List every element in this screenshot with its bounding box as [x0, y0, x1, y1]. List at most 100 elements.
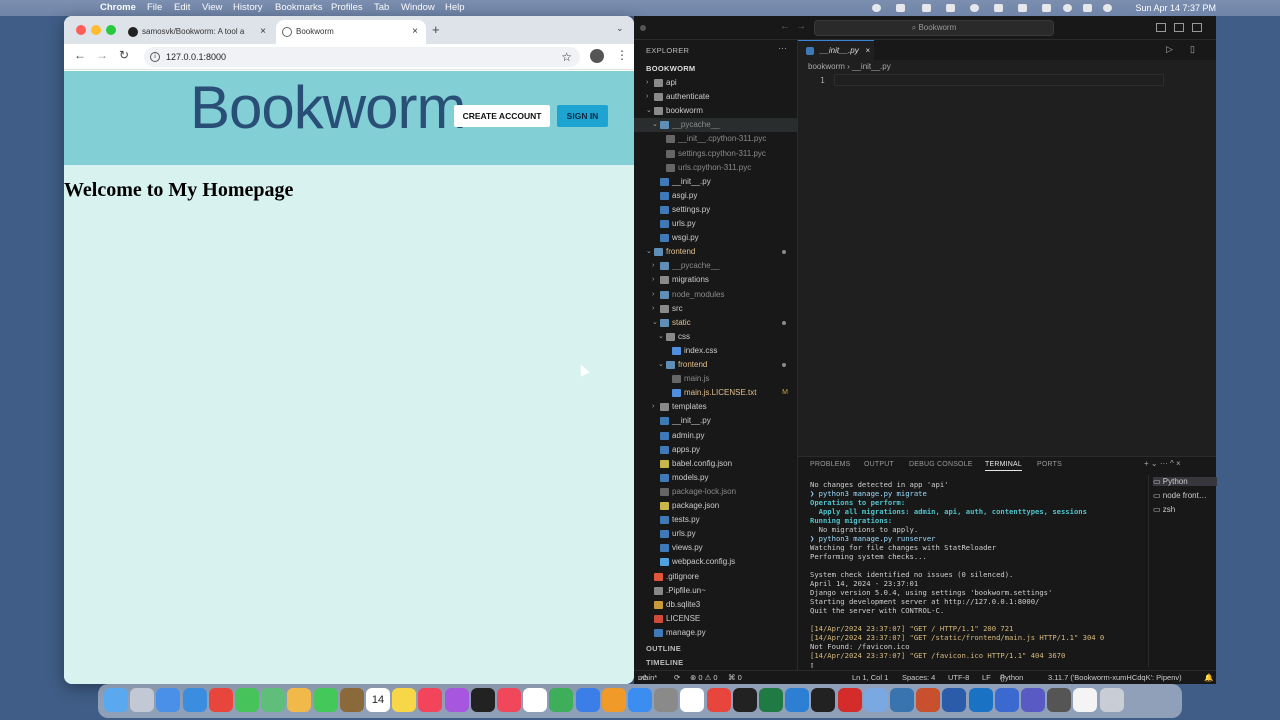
folder-tree-item[interactable]: › templates [634, 400, 798, 414]
folder-tree-item[interactable]: ⌄ __pycache__ [634, 118, 798, 133]
sign-in-button[interactable]: SIGN IN [557, 105, 608, 127]
menu-edit[interactable]: Edit [174, 0, 190, 16]
tab-output[interactable]: OUTPUT [864, 461, 894, 468]
chevron-right-icon[interactable]: › [652, 302, 654, 316]
chevron-down-icon[interactable]: ⌄ [652, 118, 658, 132]
settings-icon[interactable] [654, 688, 679, 712]
close-tab-icon[interactable]: × [412, 20, 418, 44]
pages-icon[interactable] [601, 688, 626, 712]
folder-tree-item[interactable]: ⌄ bookworm [634, 104, 798, 118]
more-actions-icon[interactable]: ··· [778, 43, 787, 53]
file-tree-item[interactable]: main.js [634, 372, 798, 386]
file-tree-item[interactable]: settings.cpython-311.pyc [634, 147, 798, 161]
terminal-instance[interactable]: ▭ Python [1153, 477, 1217, 486]
panel-actions[interactable]: + ⌄ ··· ^ × [1144, 459, 1181, 468]
file-tree-item[interactable]: apps.py [634, 443, 798, 457]
chevron-down-icon[interactable]: ⌄ [652, 316, 658, 330]
file-tree-item[interactable]: models.py [634, 471, 798, 485]
numbers-icon[interactable] [549, 688, 574, 712]
chevron-right-icon[interactable]: › [652, 400, 654, 414]
battery-icon[interactable] [1018, 4, 1027, 12]
folder-tree-item[interactable]: › migrations [634, 273, 798, 287]
file-tree-item[interactable]: asgi.py [634, 189, 798, 203]
notebook-icon[interactable] [680, 688, 705, 712]
menu-file[interactable]: File [147, 0, 162, 16]
photos-icon[interactable] [287, 688, 312, 712]
file-tree-item[interactable]: wsgi.py [634, 231, 798, 245]
forward-button[interactable]: → [96, 48, 108, 62]
chevron-down-icon[interactable]: ⌄ [658, 330, 664, 344]
terminal-output[interactable]: No changes detected in app 'api' ❯ python… [810, 480, 1150, 669]
record-status-icon[interactable] [872, 4, 881, 12]
file-tree-item[interactable]: urls.py [634, 527, 798, 541]
bookmark-star-icon[interactable]: ☆ [561, 47, 572, 67]
safari-icon[interactable] [182, 688, 207, 712]
eol-status[interactable]: LF [982, 671, 991, 684]
excel-icon[interactable] [759, 688, 783, 712]
cursor-position[interactable]: Ln 1, Col 1 [852, 671, 888, 684]
outline-section[interactable]: OUTLINE [646, 644, 681, 653]
file-tree-item[interactable]: settings.py [634, 203, 798, 217]
tab-debug-console[interactable]: DEBUG CONSOLE [909, 461, 973, 468]
chevron-right-icon[interactable]: › [652, 288, 654, 302]
chrome-menu-icon[interactable]: ⋮ [616, 48, 628, 62]
minimize-window-icon[interactable] [91, 25, 101, 35]
customize-layout-icon[interactable] [1192, 23, 1202, 32]
python-icon[interactable] [890, 688, 914, 712]
tab-problems[interactable]: PROBLEMS [810, 461, 851, 468]
folder-tree-item[interactable]: › src [634, 302, 798, 316]
file-tree-item[interactable]: manage.py [634, 626, 798, 640]
folder-tree-item[interactable]: › api [634, 76, 798, 90]
display-icon[interactable] [994, 4, 1003, 12]
tv-icon[interactable] [470, 688, 495, 712]
siri-icon[interactable] [1103, 4, 1112, 12]
file-tree-item[interactable]: .Pipfile.un~ [634, 584, 798, 598]
menu-tab[interactable]: Tab [374, 0, 389, 16]
app-menu-chrome[interactable]: Chrome [100, 0, 136, 16]
folder-tree-item[interactable]: › __pycache__ [634, 259, 798, 273]
file-tree-item[interactable]: package.json [634, 499, 798, 513]
word-icon[interactable] [942, 688, 967, 712]
notes-icon[interactable] [392, 688, 417, 712]
split-editor-icon[interactable]: ▯ [1190, 44, 1195, 55]
chrome-icon[interactable] [208, 688, 233, 712]
chevron-right-icon[interactable]: › [652, 273, 654, 287]
folder-tree-item[interactable]: ⌄ frontend [634, 245, 798, 259]
timeline-section[interactable]: TIMELINE [646, 658, 683, 667]
indentation-status[interactable]: Spaces: 4 [902, 671, 935, 684]
menu-help[interactable]: Help [445, 0, 465, 16]
file-tree-item[interactable]: LICENSE [634, 612, 798, 626]
podcasts-icon[interactable] [444, 688, 469, 712]
breadcrumb[interactable]: bookworm › __init__.py [808, 62, 891, 71]
folder-tree-item[interactable]: › authenticate [634, 90, 798, 104]
outlook-icon[interactable] [968, 688, 993, 712]
launchpad-icon[interactable] [130, 688, 155, 712]
file-tree-item[interactable]: index.css [634, 344, 798, 358]
current-line-highlight[interactable] [834, 74, 1164, 86]
ports-status[interactable]: ⌘ 0 [728, 671, 742, 684]
menu-history[interactable]: History [233, 0, 263, 16]
app-store-icon[interactable] [628, 688, 652, 712]
play-icon[interactable] [970, 4, 979, 12]
clock[interactable]: Sun Apr 14 7:37 PM [1135, 0, 1216, 16]
finder-icon[interactable] [104, 688, 128, 712]
close-window-icon[interactable] [76, 25, 86, 35]
zoom-window-icon[interactable] [106, 25, 116, 35]
keynote-icon[interactable] [575, 688, 600, 712]
folder-tree-item[interactable]: › node_modules [634, 288, 798, 302]
maps-icon[interactable] [261, 688, 286, 712]
tab-search-icon[interactable]: ⌄ [616, 23, 624, 34]
encoding-status[interactable]: UTF-8 [948, 671, 969, 684]
news-icon[interactable] [497, 688, 521, 712]
chevron-down-icon[interactable]: ⌄ [658, 358, 664, 372]
toggle-panel-icon[interactable] [1174, 23, 1184, 32]
file-tree-item[interactable]: .gitignore [634, 570, 798, 584]
powerpoint-icon[interactable] [916, 688, 941, 712]
close-tab-icon[interactable]: × [260, 20, 266, 44]
file-tree-item[interactable]: admin.py [634, 429, 798, 443]
tab-terminal[interactable]: TERMINAL [985, 461, 1022, 471]
file-tree-item[interactable]: babel.config.json [634, 457, 798, 471]
close-tab-icon[interactable]: × [865, 41, 870, 60]
reload-button[interactable]: ↻ [119, 48, 129, 62]
menu-view[interactable]: View [202, 0, 222, 16]
